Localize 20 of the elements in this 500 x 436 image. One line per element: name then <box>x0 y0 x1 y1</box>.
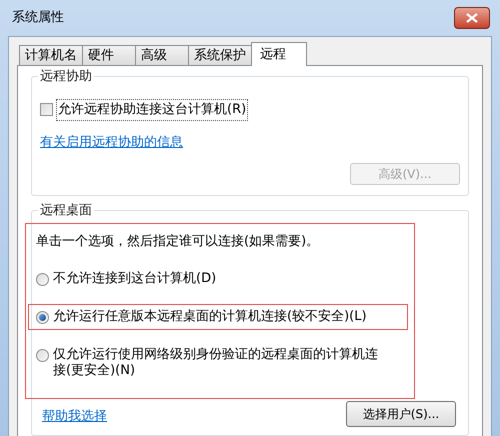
option-label: 仅允许运行使用网络级别身份验证的远程桌面的计算机连接(更安全)(N) <box>53 346 379 378</box>
tab[interactable]: 高级 <box>135 45 189 65</box>
help-link[interactable]: 帮助我选择 <box>42 406 107 426</box>
option-label: 不允许连接到这台计算机(D) <box>53 270 218 286</box>
radio-button[interactable] <box>36 348 49 362</box>
tab[interactable]: 计算机名 <box>19 45 83 65</box>
info-link[interactable]: 有关启用远程协助的信息 <box>40 132 183 152</box>
window-title: 系统属性 <box>11 9 64 28</box>
close-icon <box>466 13 478 23</box>
tab[interactable]: 系统保护 <box>188 45 252 65</box>
checkbox[interactable] <box>40 103 53 116</box>
tab[interactable]: 远程 <box>251 42 307 66</box>
tab[interactable]: 硬件 <box>82 45 136 65</box>
close-button[interactable] <box>454 7 490 29</box>
instruction-text: 单击一个选项，然后指定谁可以连接(如果需要)。 <box>36 233 320 251</box>
radio-button[interactable] <box>36 310 49 324</box>
radio-button[interactable] <box>36 272 49 286</box>
select-users-button[interactable]: 选择用户(S)... <box>346 400 456 426</box>
option-label: 允许运行任意版本远程桌面的计算机连接(较不安全)(L) <box>53 308 368 324</box>
checkbox-label: 允许远程协助连接这台计算机(R) <box>56 99 248 120</box>
